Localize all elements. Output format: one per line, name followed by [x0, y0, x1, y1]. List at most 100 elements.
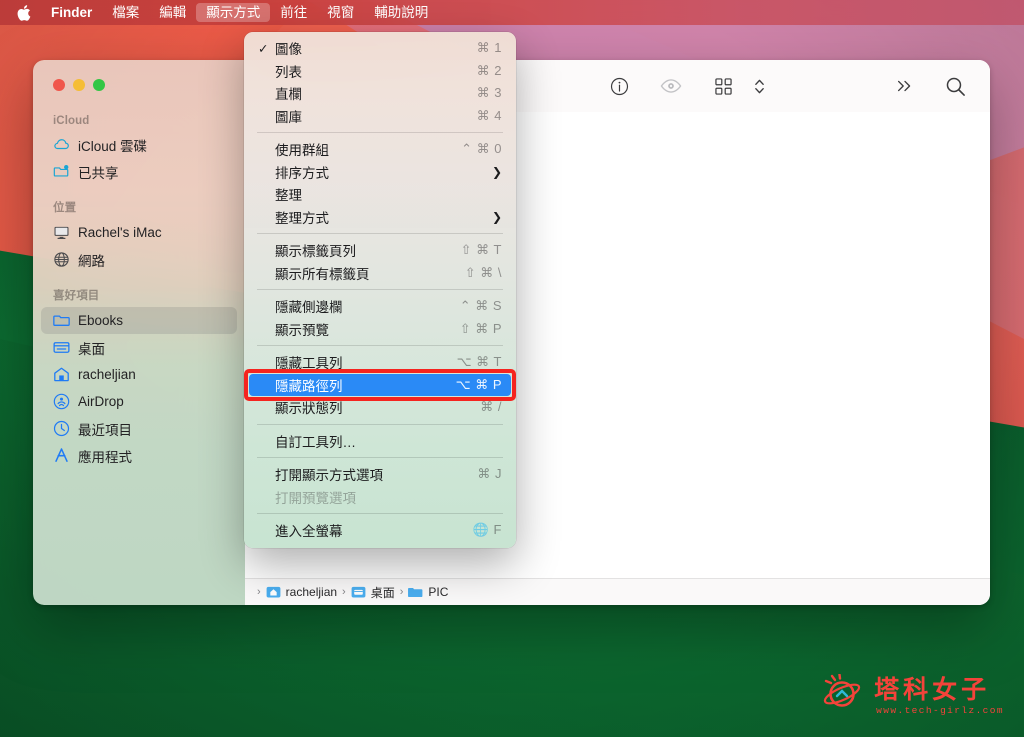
sidebar-item-[interactable]: 網路: [41, 246, 237, 273]
menubar-item-4[interactable]: 前往: [270, 3, 317, 22]
menu-item-label: 使用群組: [275, 143, 329, 159]
menu-item-20[interactable]: 自訂工具列…: [249, 430, 511, 453]
menu-item-label: 列表: [275, 64, 302, 80]
menu-item-label: 整理: [275, 188, 302, 204]
imac-display-icon: [53, 224, 70, 241]
site-watermark: 塔科女子 www.tech-girlz.com: [822, 673, 1004, 719]
menu-item-13[interactable]: 隱藏側邊欄 ⌃ ⌘ S: [249, 295, 511, 318]
sidebar-item-label: AirDrop: [78, 394, 124, 409]
sidebar-section-header: 位置: [53, 202, 77, 214]
maximize-button[interactable]: [93, 79, 105, 91]
sidebar-item-ebooks[interactable]: Ebooks: [41, 307, 237, 334]
folder-icon: [408, 585, 423, 599]
menu-item-5[interactable]: 使用群組 ⌃ ⌘ 0: [249, 138, 511, 161]
quicklook-eye-icon[interactable]: [658, 73, 684, 99]
sidebar-item-[interactable]: 最近項目: [41, 415, 237, 442]
menu-separator: [257, 513, 503, 514]
menu-item-6[interactable]: 排序方式 ❯: [249, 161, 511, 184]
view-menu-dropdown[interactable]: ✓ 圖像 ⌘ 1 列表 ⌘ 2 直欄 ⌘ 3 圖庫 ⌘ 4 使用群組 ⌃ ⌘ 0 排序方式 ❯ 整理整理方…: [244, 32, 516, 548]
menu-item-14[interactable]: 顯示預覽 ⇧ ⌘ P: [249, 318, 511, 341]
menu-item-label: 打開預覽選項: [275, 490, 356, 506]
menu-item-1[interactable]: 列表 ⌘ 2: [249, 60, 511, 83]
menu-item-shortcut: ⌘ 1: [476, 40, 502, 56]
sidebar-item-label: 已共享: [78, 165, 119, 181]
sidebar-item-label: 網路: [78, 253, 105, 269]
menubar-item-1[interactable]: 檔案: [102, 3, 149, 22]
watermark-title: 塔科女子: [874, 676, 991, 705]
menu-item-16[interactable]: 隱藏工具列 ⌥ ⌘ T: [249, 351, 511, 374]
menu-item-8[interactable]: 整理方式 ❯: [249, 206, 511, 229]
planet-logo-icon: [822, 673, 866, 719]
menubar-item-6[interactable]: 輔助說明: [364, 3, 438, 22]
toolbar-buttons: [606, 73, 772, 99]
chevron-updown-icon[interactable]: [746, 73, 772, 99]
breadcrumb-item[interactable]: racheljian: [266, 585, 337, 599]
sidebar-item-rachel-s-imac[interactable]: Rachel's iMac: [41, 219, 237, 246]
sidebar-item-[interactable]: 桌面: [41, 334, 237, 361]
menu-item-label: 直欄: [275, 87, 302, 103]
menu-item-shortcut: ⌃ ⌘ 0: [461, 141, 502, 157]
sidebar-item-[interactable]: 已共享: [41, 158, 237, 185]
menu-item-3[interactable]: 圖庫 ⌘ 4: [249, 105, 511, 128]
menu-item-shortcut: ⇧ ⌘ \: [464, 264, 502, 280]
sidebar-section-header: 喜好項目: [53, 290, 100, 302]
chevron-right-icon: ❯: [491, 164, 502, 179]
shared-folder-icon: [53, 163, 70, 180]
menu-item-label: 整理方式: [275, 210, 329, 226]
menubar-item-5[interactable]: 視窗: [317, 3, 364, 22]
airdrop-icon: [53, 393, 70, 410]
menu-item-shortcut: ⌘ J: [477, 466, 502, 482]
menu-item-shortcut: ⌘ 3: [476, 85, 502, 101]
menubar-item-2[interactable]: 編輯: [149, 3, 196, 22]
menu-separator: [257, 233, 503, 234]
menu-item-0[interactable]: ✓ 圖像 ⌘ 1: [249, 37, 511, 60]
menubar-item-0[interactable]: Finder: [41, 3, 102, 22]
menu-item-shortcut: ⇧ ⌘ T: [460, 242, 502, 258]
menu-item-17[interactable]: 隱藏路徑列 ⌥ ⌘ P: [249, 373, 511, 396]
menu-item-shortcut: ⇧ ⌘ P: [459, 320, 502, 336]
sidebar-item-label: 最近項目: [78, 422, 132, 438]
watermark-text: 塔科女子 www.tech-girlz.com: [874, 676, 1004, 716]
menu-item-shortcut: ⌘ /: [480, 399, 502, 415]
minimize-button[interactable]: [73, 79, 85, 91]
sidebar-item-label: racheljian: [78, 367, 136, 382]
menu-item-22[interactable]: 打開顯示方式選項 ⌘ J: [249, 463, 511, 486]
menu-separator: [257, 345, 503, 346]
sidebar-item-airdrop[interactable]: AirDrop: [41, 388, 237, 415]
breadcrumb-item[interactable]: 桌面: [351, 584, 395, 601]
sidebar-item-label: 應用程式: [78, 449, 132, 465]
sidebar-item-racheljian[interactable]: racheljian: [41, 361, 237, 388]
breadcrumb-item[interactable]: PIC: [408, 585, 448, 599]
menu-item-10[interactable]: 顯示標籤頁列 ⇧ ⌘ T: [249, 239, 511, 262]
close-button[interactable]: [53, 79, 65, 91]
menu-item-shortcut: ⌘ 2: [476, 62, 502, 78]
menu-item-11[interactable]: 顯示所有標籤頁 ⇧ ⌘ \: [249, 262, 511, 285]
home-icon: [53, 366, 70, 383]
sidebar-item-icloud[interactable]: iCloud 雲碟: [41, 131, 237, 158]
search-icon[interactable]: [942, 73, 968, 99]
finder-path-bar[interactable]: › racheljian › 桌面 › PIC: [245, 578, 990, 605]
overflow-chevrons-icon[interactable]: [892, 73, 918, 99]
sidebar-item-[interactable]: 應用程式: [41, 442, 237, 469]
info-icon[interactable]: [606, 73, 632, 99]
menu-item-7[interactable]: 整理: [249, 183, 511, 206]
menu-item-label: 自訂工具列…: [275, 434, 356, 450]
desktop: Finder 檔案 編輯 顯示方式 前往 視窗 輔助說明 iCloud iCloud 雲碟 已共…: [0, 0, 1024, 737]
menu-separator: [257, 423, 503, 425]
menu-item-2[interactable]: 直欄 ⌘ 3: [249, 82, 511, 105]
toolbar-right-group: [892, 73, 968, 99]
pathbar-separator: ›: [257, 586, 261, 598]
menu-item-18[interactable]: 顯示狀態列 ⌘ /: [249, 396, 511, 419]
menu-item-25[interactable]: 進入全螢幕 🌐 F: [249, 519, 511, 542]
menu-separator: [257, 289, 503, 290]
menu-item-label: 隱藏路徑列: [275, 378, 343, 394]
menu-item-label: 顯示所有標籤頁: [275, 266, 370, 282]
desktop-icon: [53, 339, 70, 356]
menubar-item-3[interactable]: 顯示方式: [196, 3, 271, 22]
apple-menu-button[interactable]: [0, 4, 41, 22]
window-controls: [33, 74, 245, 91]
breadcrumb-label: PIC: [428, 585, 449, 599]
group-grid-icon[interactable]: [710, 73, 736, 99]
menu-separator: [257, 457, 503, 458]
menu-item-shortcut: 🌐 F: [472, 522, 502, 538]
